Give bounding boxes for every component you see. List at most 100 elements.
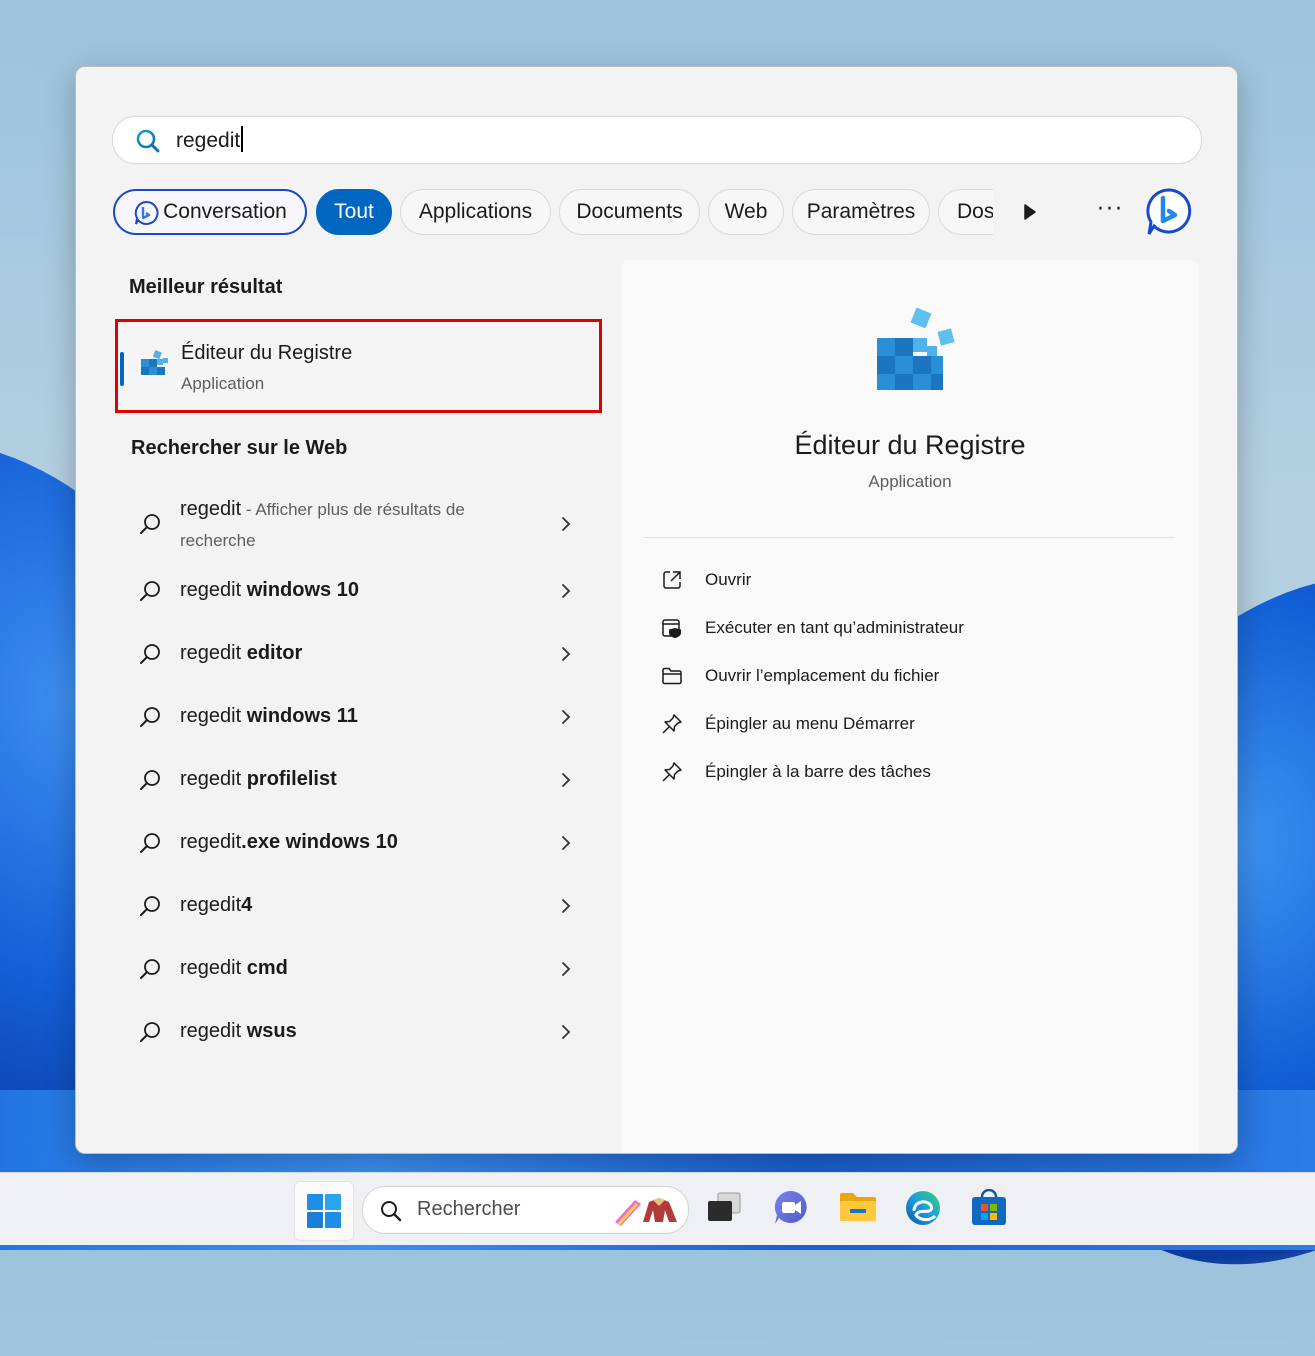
- web-suggestion-item[interactable]: regedit wsus: [130, 1012, 590, 1052]
- file-explorer-icon[interactable]: [838, 1189, 878, 1225]
- web-suggestion-text: regedit cmd: [180, 957, 288, 980]
- suggestion-plain: regedit: [180, 894, 242, 916]
- web-suggestion-item[interactable]: regedit windows 10: [130, 571, 590, 611]
- suggestion-plain: regedit: [180, 579, 242, 601]
- chevron-right-icon: [562, 899, 571, 913]
- web-suggestion-text: regedit4: [180, 894, 252, 917]
- search-input[interactable]: regedit: [112, 116, 1202, 164]
- search-icon: [140, 833, 160, 853]
- suggestion-bold: editor: [241, 642, 303, 664]
- search-icon: [140, 514, 160, 534]
- search-query-text: regedit: [176, 126, 244, 153]
- action-label: Ouvrir: [705, 570, 752, 589]
- details-pane: Éditeur du Registre Application Ouvrir E…: [621, 260, 1199, 1153]
- suggestion-bold: profilelist: [241, 768, 337, 790]
- web-result-term: regedit: [180, 498, 242, 520]
- best-match-heading: Meilleur résultat: [129, 276, 283, 298]
- web-suggestion-text: regedit windows 11: [180, 705, 358, 728]
- web-suggestion-item[interactable]: regedit cmd: [130, 949, 590, 989]
- open-external-icon: [663, 571, 681, 589]
- filter-chip-dossiers[interactable]: Dos: [938, 189, 993, 235]
- store-icon[interactable]: [970, 1189, 1008, 1227]
- suggestion-plain: regedit: [180, 768, 242, 790]
- scroll-right-icon[interactable]: [1023, 203, 1037, 221]
- search-icon: [140, 959, 160, 979]
- search-icon: [140, 896, 160, 916]
- filter-chip-tout[interactable]: Tout: [316, 189, 392, 235]
- start-button[interactable]: [294, 1181, 354, 1241]
- search-flyout: regedit Conversation Tout Applications D…: [75, 66, 1238, 1154]
- web-suggestion-item[interactable]: regedit.exe windows 10: [130, 823, 590, 863]
- web-suggestion-item[interactable]: regedit windows 11: [130, 697, 590, 737]
- search-icon: [140, 707, 160, 727]
- bing-button-icon[interactable]: [1145, 187, 1193, 237]
- search-highlight-illustration-icon: [615, 1198, 677, 1226]
- action-label: Ouvrir l’emplacement du fichier: [705, 666, 940, 685]
- suggestion-plain: regedit: [180, 642, 242, 664]
- bing-chat-icon: [134, 200, 159, 225]
- registry-editor-icon: [141, 350, 168, 375]
- windows-logo-icon: [307, 1194, 341, 1228]
- web-suggestion-text: regedit windows 10: [180, 579, 359, 602]
- pin-icon: [662, 762, 682, 782]
- taskbar-search-placeholder: Rechercher: [417, 1198, 521, 1220]
- web-suggestion-text: regedit editor: [180, 642, 302, 665]
- registry-editor-large-icon: [877, 308, 955, 390]
- text-caret: [241, 126, 244, 152]
- filter-chip-parametres[interactable]: Paramètres: [792, 189, 930, 235]
- web-result-suffix: - Afficher plus de résultats de: [241, 500, 465, 519]
- chevron-right-icon: [562, 584, 571, 598]
- folder-icon: [662, 667, 682, 685]
- action-label: Épingler à la barre des tâches: [705, 762, 931, 781]
- suggestion-plain: regedit: [180, 1020, 242, 1042]
- suggestion-bold: .exe windows 10: [241, 831, 398, 853]
- web-suggestion-item[interactable]: regedit editor: [130, 634, 590, 674]
- filter-chip-documents[interactable]: Documents: [559, 189, 700, 235]
- pin-icon: [662, 714, 682, 734]
- web-suggestion-text: regedit wsus: [180, 1020, 297, 1043]
- web-suggestion-text: regedit profilelist: [180, 768, 337, 791]
- web-search-heading: Rechercher sur le Web: [131, 437, 348, 459]
- search-icon: [140, 581, 160, 601]
- details-app-name: Éditeur du Registre: [794, 430, 1026, 460]
- edge-icon[interactable]: [904, 1189, 942, 1227]
- more-options-button[interactable]: ···: [1097, 197, 1124, 222]
- action-label: Épingler au menu Démarrer: [705, 714, 915, 733]
- web-result-suffix-line2: recherche: [180, 531, 256, 550]
- web-suggestion-item[interactable]: regedit profilelist: [130, 760, 590, 800]
- task-view-icon[interactable]: [706, 1189, 744, 1225]
- details-divider: [644, 537, 1175, 538]
- filter-chip-web[interactable]: Web: [708, 189, 784, 235]
- best-match-result[interactable]: Éditeur du Registre Application: [115, 319, 602, 413]
- taskbar-search-box[interactable]: Rechercher: [362, 1186, 689, 1234]
- action-label: Exécuter en tant qu’administrateur: [705, 618, 964, 637]
- web-suggestion-text: regedit.exe windows 10: [180, 831, 398, 854]
- chevron-right-icon: [562, 1025, 571, 1039]
- chevron-right-icon: [562, 517, 571, 531]
- filter-chip-conversation[interactable]: Conversation: [113, 189, 307, 235]
- chevron-right-icon: [562, 773, 571, 787]
- search-icon: [381, 1201, 402, 1222]
- selection-indicator: [120, 352, 124, 386]
- suggestion-plain: regedit: [180, 831, 242, 853]
- taskbar: Rechercher: [0, 1172, 1315, 1245]
- filter-chip-applications[interactable]: Applications: [400, 189, 551, 235]
- details-app-kind: Application: [868, 472, 952, 491]
- chevron-right-icon: [562, 836, 571, 850]
- teams-icon[interactable]: [772, 1189, 810, 1227]
- best-match-kind: Application: [181, 374, 265, 393]
- suggestion-bold: windows 11: [241, 705, 358, 727]
- suggestion-plain: regedit: [180, 957, 242, 979]
- suggestion-bold: wsus: [241, 1020, 297, 1042]
- chevron-right-icon: [562, 647, 571, 661]
- admin-shield-icon: [662, 619, 681, 638]
- web-result-show-more[interactable]: regedit - Afficher plus de résultats de …: [130, 492, 590, 556]
- search-icon: [136, 129, 160, 153]
- web-suggestion-item[interactable]: regedit4: [130, 886, 590, 926]
- suggestion-bold: cmd: [241, 957, 288, 979]
- search-icon: [140, 770, 160, 790]
- suggestion-plain: regedit: [180, 705, 242, 727]
- search-icon: [140, 1022, 160, 1042]
- suggestion-bold: 4: [241, 894, 253, 916]
- suggestion-bold: windows 10: [241, 579, 359, 601]
